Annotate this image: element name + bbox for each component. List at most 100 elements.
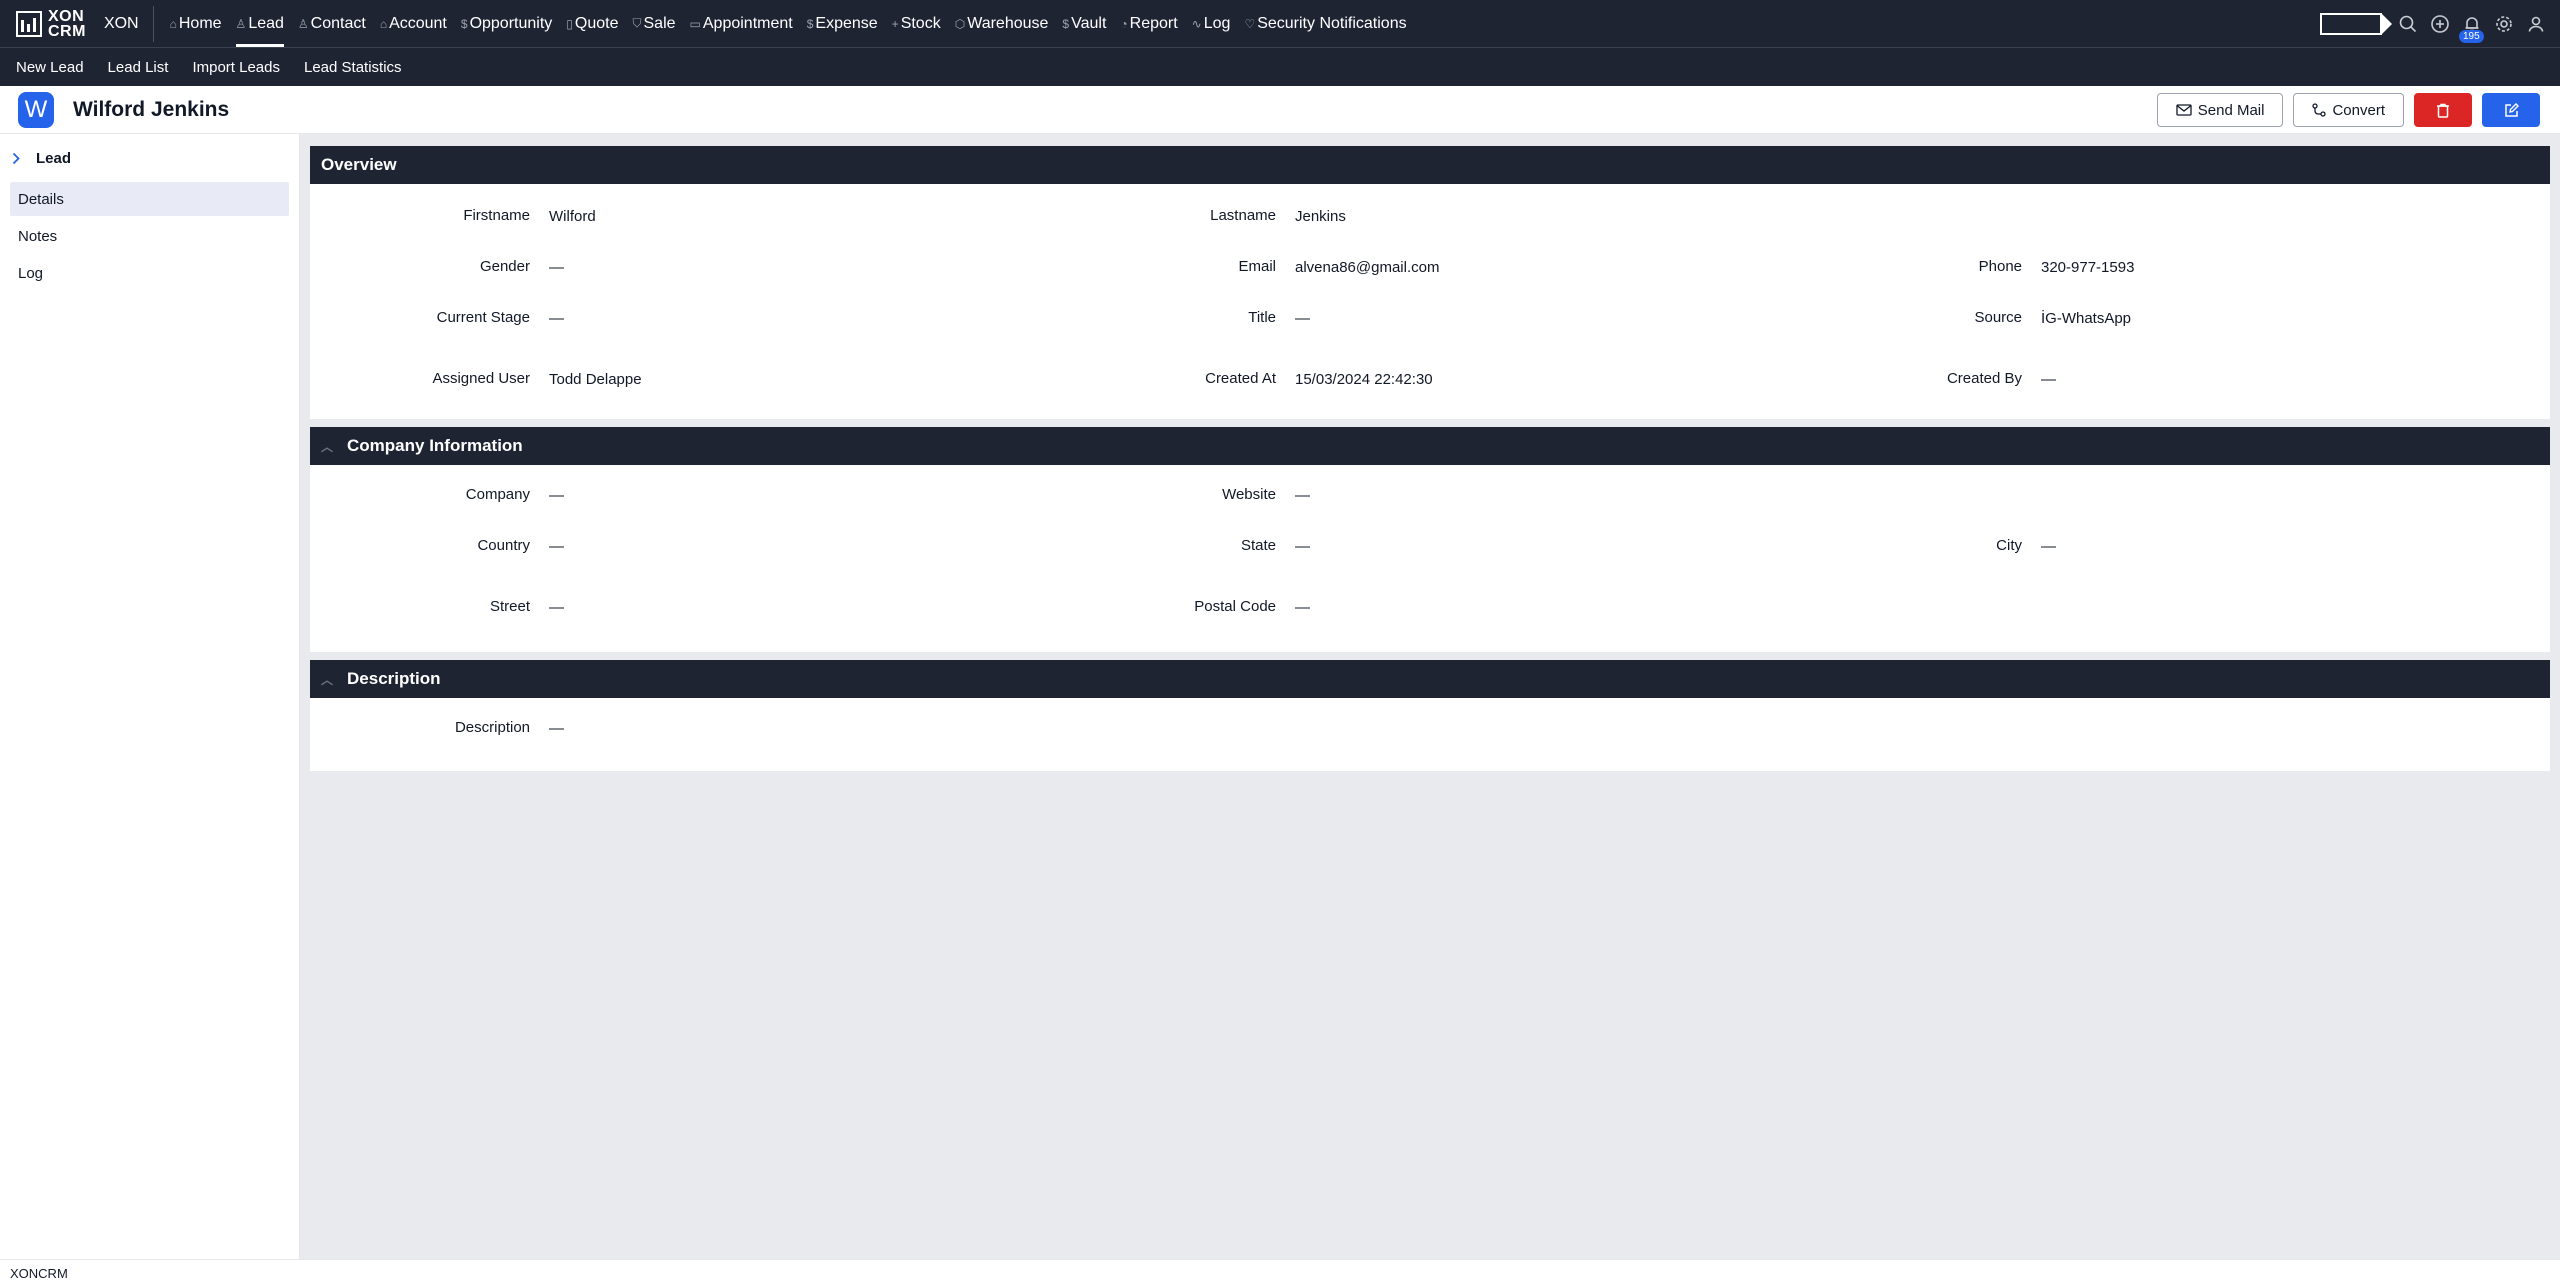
company-header[interactable]: ︿ Company Information [310, 427, 2550, 465]
nav-item-log[interactable]: ∿ Log [1192, 0, 1231, 47]
route-icon [2312, 103, 2327, 117]
main-menu: ⌂ Home ♙ Lead ♙ Contact ⌂ Account $ Opportunity ▯ Q… [170, 0, 1421, 47]
lead-subnav: New Lead Lead List Import Leads Lead Sta… [0, 47, 2560, 86]
sidebar-item-notes[interactable]: Notes [10, 219, 289, 253]
nav-item-contact[interactable]: ♙ Contact [298, 0, 366, 47]
nav-item-label: Contact [310, 14, 366, 32]
nav-item-appointment[interactable]: ▭ Appointment [690, 0, 793, 47]
nav-item-label: Expense [815, 14, 878, 32]
nav-item-lead[interactable]: ♙ Lead [235, 0, 285, 47]
description-title: Description [347, 669, 441, 688]
company-label: Company [465, 486, 530, 503]
avatar: W [18, 91, 54, 128]
nav-item-quote[interactable]: ▯ Quote [566, 0, 618, 47]
lastname-label: Lastname [1210, 207, 1276, 224]
gender-value: — [549, 259, 564, 276]
quick-action-arrow-icon[interactable] [2320, 12, 2392, 35]
created-at-label: Created At [1205, 370, 1276, 387]
subnav-new-lead[interactable]: New Lead [16, 59, 84, 76]
street-value: — [549, 599, 564, 616]
source-value: İG-WhatsApp [2041, 310, 2132, 327]
notification-badge: 195 [2459, 29, 2484, 43]
cart-icon: ⛉ [632, 16, 642, 30]
dollar-icon: $ [806, 16, 814, 31]
sidebar-item-log[interactable]: Log [10, 256, 289, 290]
logo-chart-icon [16, 10, 42, 37]
description-value: — [549, 720, 564, 737]
description-header[interactable]: ︿ Description [310, 660, 2550, 698]
sidebar-heading: Lead [36, 149, 72, 167]
add-circle-icon[interactable] [2430, 14, 2450, 34]
nav-item-label: Opportunity [469, 14, 553, 32]
description-label: Description [454, 719, 530, 736]
website-label: Website [1222, 486, 1276, 503]
created-by-label: Created By [1946, 370, 2022, 387]
log-icon: ∿ [1191, 16, 1202, 31]
nav-item-label: Security Notifications [1257, 14, 1407, 32]
nav-item-report[interactable]: ◔ Report [1120, 0, 1177, 47]
nav-item-vault[interactable]: $ Vault [1062, 0, 1106, 47]
record-details: Overview Firstname Wilford Lastname Jenk… [310, 146, 2550, 779]
edit-button[interactable] [2482, 93, 2540, 127]
nav-item-label: Account [389, 14, 447, 32]
mail-icon [2176, 104, 2192, 116]
shield-icon: ♡ [1244, 16, 1256, 31]
overview-panel: Overview Firstname Wilford Lastname Jenk… [310, 146, 2550, 419]
bell-icon[interactable]: 195 [2459, 14, 2484, 43]
nav-item-label: Quote [574, 14, 619, 32]
record-header: W Wilford Jenkins Send Mail Convert [0, 86, 2560, 134]
subnav-import-leads[interactable]: Import Leads [192, 59, 280, 76]
convert-button[interactable]: Convert [2293, 93, 2404, 127]
subnav-lead-statistics[interactable]: Lead Statistics [304, 59, 402, 76]
logo-text-line2: CRM [48, 22, 86, 40]
postal-code-value: — [1295, 599, 1310, 616]
contact-icon: ♙ [297, 16, 309, 31]
nav-item-sale[interactable]: ⛉ Sale [632, 0, 675, 47]
nav-item-warehouse[interactable]: ⬡ Warehouse [955, 0, 1049, 47]
calendar-icon: ▭ [689, 16, 701, 31]
city-value: — [2041, 538, 2056, 555]
search-icon[interactable] [2398, 14, 2418, 34]
nav-item-security-notifications[interactable]: ♡ Security Notifications [1244, 0, 1406, 47]
lastname-value: Jenkins [1295, 208, 1346, 225]
nav-item-opportunity[interactable]: $ Opportunity [461, 0, 552, 47]
nav-item-label: Warehouse [967, 14, 1049, 32]
street-label: Street [489, 598, 530, 615]
dollar-icon: $ [1062, 16, 1070, 31]
plus-icon: + [891, 16, 899, 31]
record-actions: Send Mail Convert [2147, 93, 2540, 127]
country-label: Country [477, 537, 530, 554]
chevron-right-icon [12, 152, 20, 165]
gear-icon[interactable] [2494, 14, 2514, 34]
sidebar-item-details[interactable]: Details [10, 182, 289, 216]
nav-item-label: Stock [900, 14, 941, 32]
sidebar-section-lead[interactable]: Lead [0, 134, 299, 182]
title-label: Title [1248, 309, 1276, 326]
trash-icon [2436, 103, 2450, 118]
app-logo[interactable]: XON CRM [0, 0, 86, 47]
nav-item-expense[interactable]: $ Expense [807, 0, 878, 47]
email-value: alvena86@gmail.com [1295, 259, 1440, 276]
website-value: — [1295, 487, 1310, 504]
dollar-icon: $ [460, 16, 468, 31]
company-panel: ︿ Company Information Company — Website … [310, 427, 2550, 652]
home-icon: ⌂ [169, 16, 177, 31]
overview-header[interactable]: Overview [310, 146, 2550, 184]
organization-name[interactable]: XON [104, 5, 154, 42]
nav-item-label: Sale [643, 14, 676, 32]
created-by-value: — [2041, 371, 2056, 388]
title-value: — [1295, 310, 1310, 327]
nav-actions: 195 [2320, 0, 2560, 47]
nav-item-stock[interactable]: + Stock [892, 0, 941, 47]
company-title: Company Information [347, 436, 523, 455]
delete-button[interactable] [2414, 93, 2472, 127]
chevron-up-icon: ︿ [321, 439, 334, 454]
nav-item-label: Vault [1071, 14, 1107, 32]
user-profile-icon[interactable] [2526, 14, 2546, 34]
user-icon: ♙ [235, 16, 247, 31]
send-mail-button[interactable]: Send Mail [2156, 93, 2284, 127]
logo-text-line1: XON [48, 7, 85, 25]
nav-item-account[interactable]: ⌂ Account [380, 0, 447, 47]
subnav-lead-list[interactable]: Lead List [108, 59, 169, 76]
nav-item-home[interactable]: ⌂ Home [170, 0, 222, 47]
